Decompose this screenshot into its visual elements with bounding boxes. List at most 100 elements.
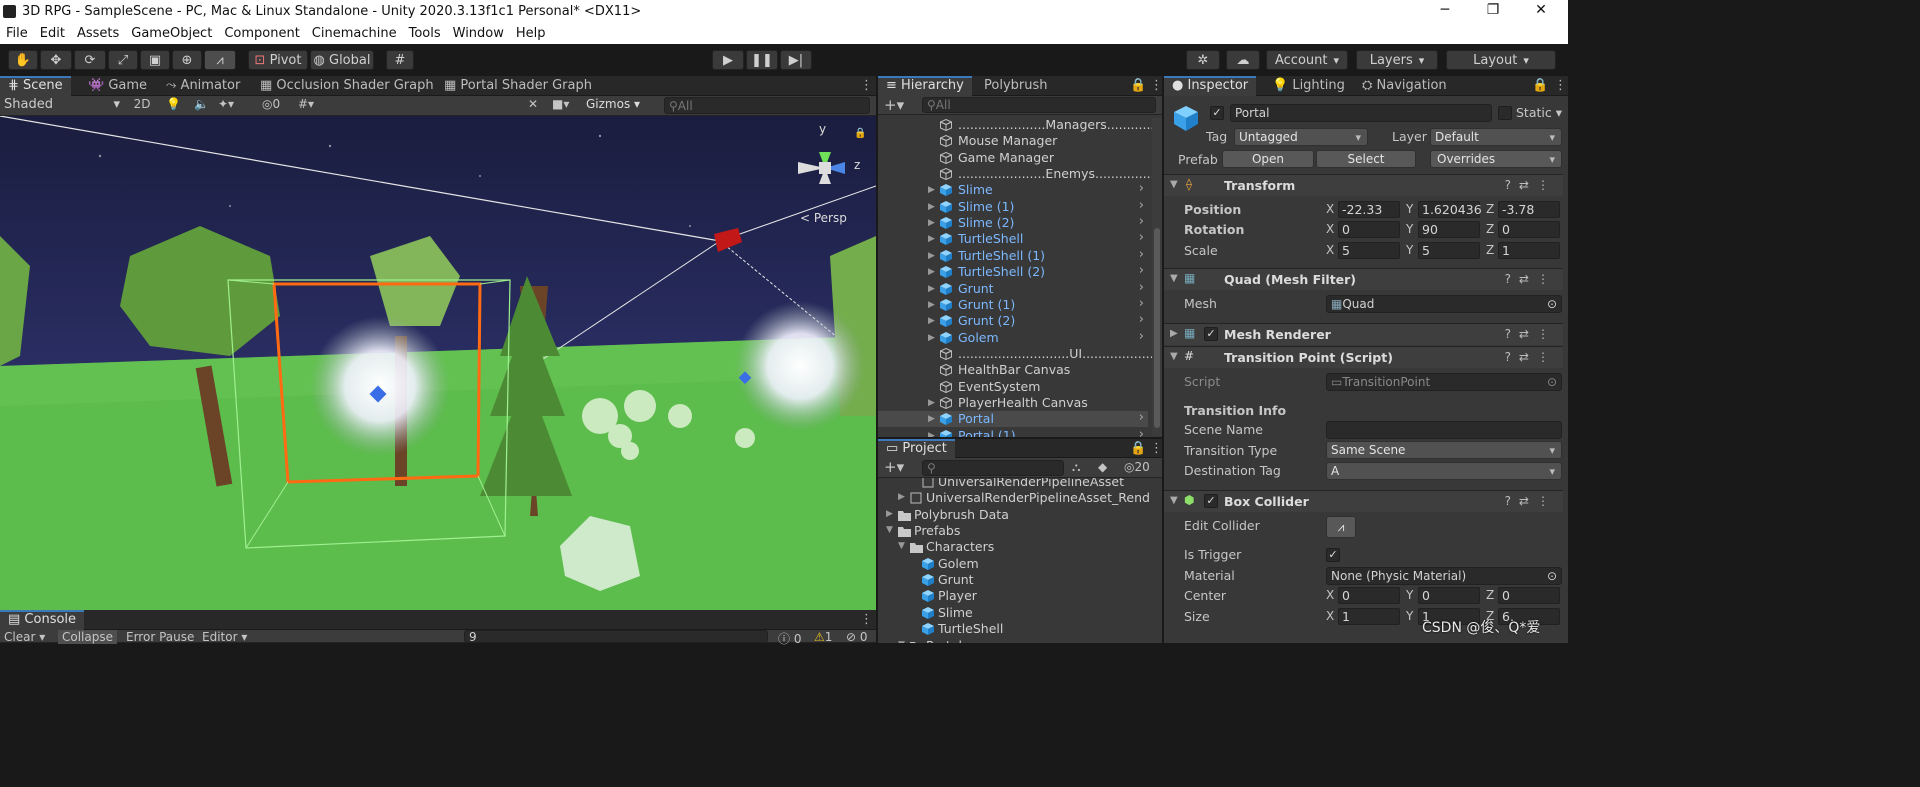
overrides-dropdown[interactable]: Overrides [1430, 150, 1562, 168]
expand-arrow-icon[interactable]: ▶ [928, 316, 935, 326]
layer-dropdown[interactable]: Default [1430, 128, 1562, 146]
hierarchy-item[interactable]: ▶ Slime (1) › [878, 198, 1148, 215]
expand-arrow-icon[interactable]: ▶ [928, 414, 935, 424]
layers-dropdown[interactable]: Layers [1356, 50, 1438, 70]
hierarchy-item[interactable]: ............................UI..........… [878, 346, 1162, 362]
custom-tool-icon[interactable]: ⩘ [204, 50, 236, 70]
project-item[interactable]: ▶ Polybrush Data [878, 507, 1148, 523]
open-prefab-chevron-icon[interactable]: › [1139, 329, 1144, 344]
expand-arrow-icon[interactable]: ▶ [928, 251, 935, 261]
mesh-renderer-component-header[interactable]: ▶ ▦ ✓ Mesh Renderer ?⇄⋮ [1164, 323, 1563, 345]
project-item[interactable]: ▶ UniversalRenderPipelineAsset_Rend [878, 490, 1150, 506]
static-dropdown[interactable]: Static ▾ [1516, 105, 1562, 120]
axis-y-label[interactable]: Y [1406, 243, 1413, 257]
grid-snap-icon[interactable]: # [386, 50, 414, 70]
expand-arrow-icon[interactable]: ▶ [928, 185, 935, 195]
console-search-input[interactable]: 9 [464, 630, 768, 643]
hierarchy-item[interactable]: ▶ Slime › [878, 181, 1148, 198]
position-x-field[interactable]: -22.33 [1338, 201, 1400, 218]
scene-name-field[interactable] [1326, 421, 1562, 439]
menu-cinemachine[interactable]: Cinemachine [312, 24, 397, 41]
warning-count[interactable]: ⚠1 [814, 630, 832, 644]
tab-occlusion-shader-graph[interactable]: ▦ Occlusion Shader Graph [252, 76, 442, 96]
grid-toggle-icon[interactable]: #▾ [298, 97, 314, 111]
open-prefab-chevron-icon[interactable]: › [1139, 427, 1144, 437]
project-item[interactable]: ▼ Portal [878, 638, 1148, 643]
expand-arrow-icon[interactable]: ▶ [928, 267, 935, 277]
axis-x-label[interactable]: X [1326, 243, 1334, 257]
open-prefab-chevron-icon[interactable]: › [1139, 296, 1144, 311]
component-menu-icons[interactable]: ?⇄⋮ [1505, 350, 1557, 364]
tools-icon[interactable]: ✕ [528, 97, 538, 111]
log-count[interactable]: ⓘ 0 [778, 630, 801, 647]
expand-arrow-icon[interactable]: ▼ [886, 525, 893, 535]
project-item[interactable]: ▼ Prefabs [878, 523, 1148, 539]
scale-y-field[interactable]: 5 [1418, 242, 1480, 259]
menu-gameobject[interactable]: GameObject [131, 24, 212, 41]
component-menu-icons[interactable]: ?⇄⋮ [1505, 327, 1557, 341]
cloud-icon[interactable]: ☁ [1226, 50, 1260, 70]
object-picker-icon[interactable]: ⊙ [1547, 297, 1557, 311]
open-prefab-chevron-icon[interactable]: › [1139, 181, 1144, 196]
hierarchy-scrollbar[interactable] [1152, 118, 1162, 436]
open-prefab-chevron-icon[interactable]: › [1139, 410, 1144, 425]
axis-x-label[interactable]: X [1326, 202, 1334, 216]
axis-y-label[interactable]: Y [1406, 609, 1413, 623]
tab-navigation[interactable]: ⛭ Navigation [1354, 76, 1455, 96]
open-prefab-chevron-icon[interactable]: › [1139, 280, 1144, 295]
prefab-select-button[interactable]: Select [1316, 150, 1416, 168]
project-item[interactable]: Grunt [878, 572, 1148, 588]
perspective-label[interactable]: < Persp [800, 211, 847, 225]
active-checkbox[interactable]: ✓ [1210, 106, 1224, 120]
position-z-field[interactable]: -3.78 [1498, 201, 1560, 218]
hierarchy-search-input[interactable]: ⚲ All [922, 97, 1156, 113]
hidden-packages-toggle[interactable]: ◎20 [1124, 460, 1150, 474]
menu-tools[interactable]: Tools [409, 24, 441, 41]
menu-assets[interactable]: Assets [77, 24, 119, 41]
scale-x-field[interactable]: 5 [1338, 242, 1400, 259]
transition-type-dropdown[interactable]: Same Scene [1326, 441, 1562, 459]
hierarchy-item[interactable]: ▶ PlayerHealth Canvas [878, 395, 1148, 411]
filter-label-icon[interactable]: ◆ [1098, 460, 1107, 474]
error-pause-toggle[interactable]: Error Pause [126, 630, 194, 644]
expand-arrow-icon[interactable]: ▶ [928, 234, 935, 244]
foldout-arrow-icon[interactable]: ▼ [1170, 273, 1178, 284]
menu-window[interactable]: Window [453, 24, 504, 41]
edit-collider-button[interactable]: ⩘ [1326, 516, 1356, 538]
foldout-arrow-icon[interactable]: ▼ [1170, 495, 1178, 506]
pivot-toggle[interactable]: ⊡ Pivot [248, 50, 308, 70]
object-name-field[interactable]: Portal [1230, 104, 1492, 122]
open-prefab-chevron-icon[interactable]: › [1139, 247, 1144, 262]
lock-icon[interactable]: 🔒 [854, 128, 866, 139]
hidden-objects-toggle[interactable]: ◎0 [262, 97, 280, 111]
hierarchy-item[interactable]: ▶ Grunt › [878, 280, 1148, 297]
hierarchy-item[interactable]: ▶ Golem › [878, 329, 1148, 346]
foldout-arrow-icon[interactable]: ▼ [1170, 351, 1178, 362]
effects-toggle-icon[interactable]: ✦▾ [218, 97, 234, 111]
center-x-field[interactable]: 0 [1338, 587, 1400, 604]
expand-arrow-icon[interactable]: ▶ [928, 398, 935, 408]
prefab-open-button[interactable]: Open [1222, 150, 1314, 168]
rotation-y-field[interactable]: 90 [1418, 221, 1480, 238]
project-search-input[interactable]: ⚲ [922, 460, 1064, 476]
hierarchy-item[interactable]: ▶ Grunt (1) › [878, 296, 1148, 313]
center-z-field[interactable]: 0 [1498, 587, 1560, 604]
collab-icon[interactable]: ✲ [1186, 50, 1220, 70]
step-button[interactable]: ▶| [780, 50, 812, 70]
expand-arrow-icon[interactable]: ▶ [928, 431, 935, 437]
scene-viewport[interactable]: y z < Persp 🔒 [0, 116, 876, 610]
maximize-button[interactable]: ❐ [1473, 2, 1513, 22]
object-picker-icon[interactable]: ⊙ [1547, 569, 1557, 583]
collapse-toggle[interactable]: Collapse [58, 630, 117, 644]
shading-dropdown[interactable]: Shaded ▾ [4, 97, 122, 112]
hierarchy-item[interactable]: Mouse Manager [878, 133, 1148, 149]
axis-x-label[interactable]: X [1326, 588, 1334, 602]
hierarchy-item[interactable]: ▶ TurtleShell (2) › [878, 263, 1148, 280]
expand-arrow-icon[interactable]: ▶ [928, 218, 935, 228]
scene-search-input[interactable]: ⚲ All [664, 97, 870, 114]
close-button[interactable]: ✕ [1521, 2, 1561, 22]
open-prefab-chevron-icon[interactable]: › [1139, 312, 1144, 327]
layout-dropdown[interactable]: Layout [1446, 50, 1556, 70]
axis-y-label[interactable]: Y [1406, 222, 1413, 236]
box-collider-enabled-checkbox[interactable]: ✓ [1204, 494, 1218, 508]
